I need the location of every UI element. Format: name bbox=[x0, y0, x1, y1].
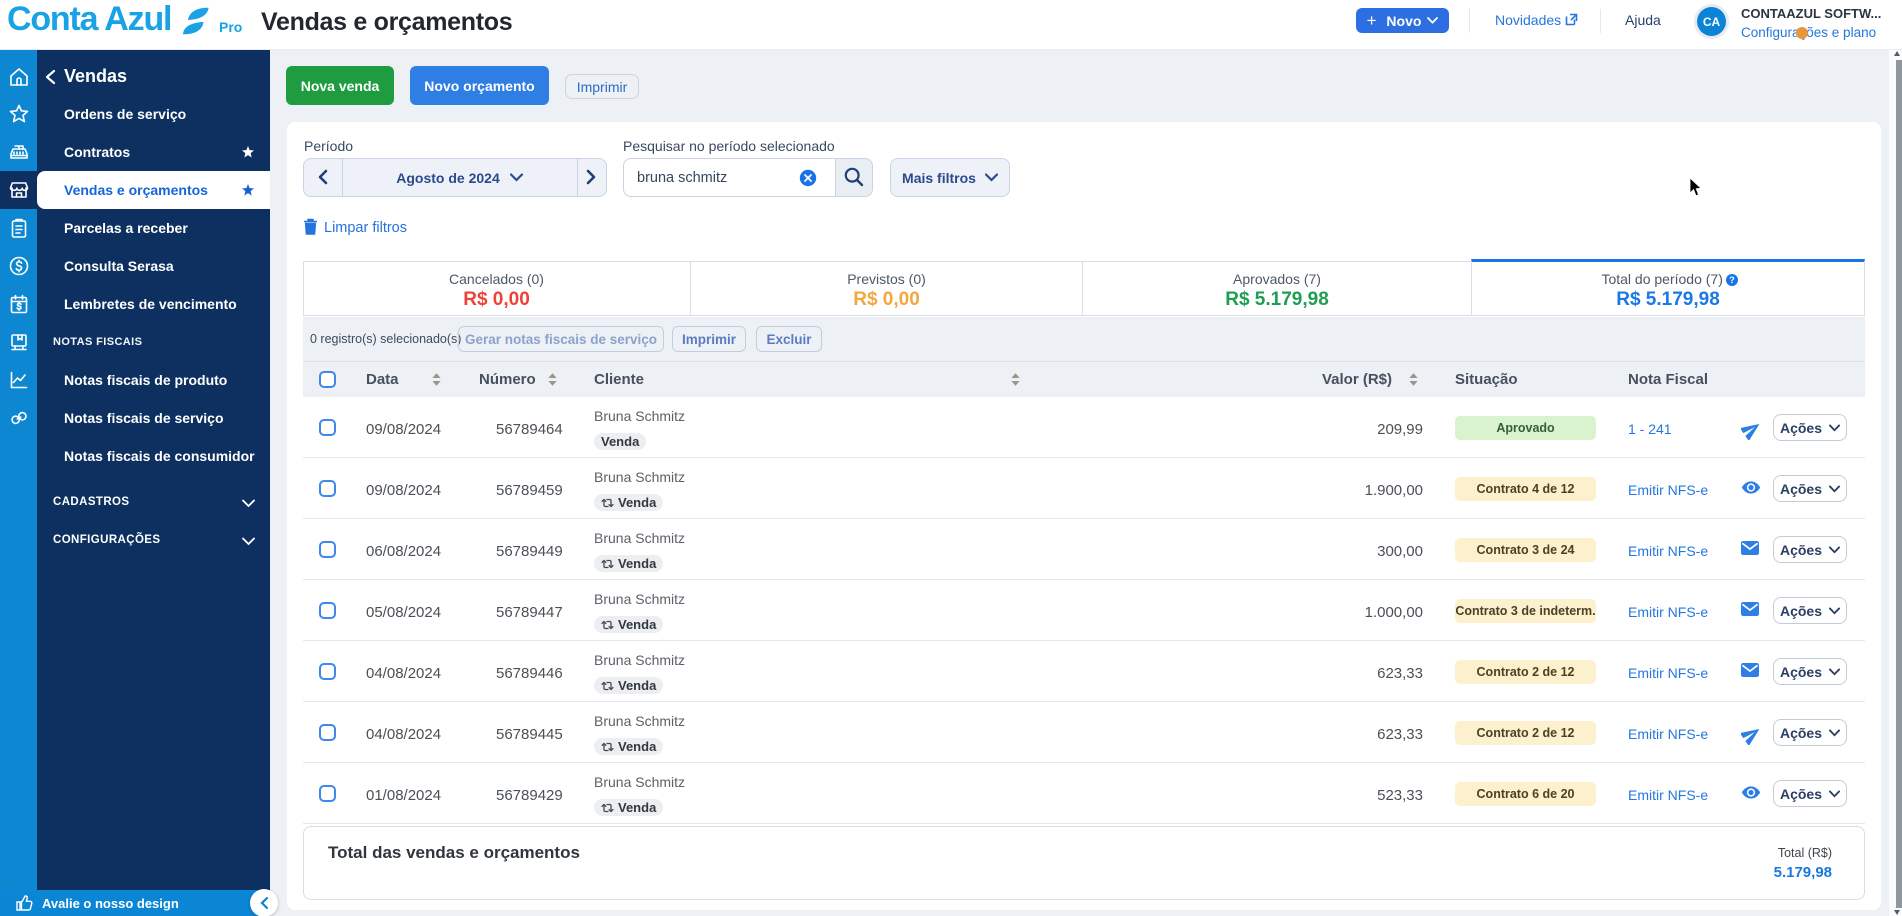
svg-text:?: ? bbox=[1729, 275, 1735, 285]
